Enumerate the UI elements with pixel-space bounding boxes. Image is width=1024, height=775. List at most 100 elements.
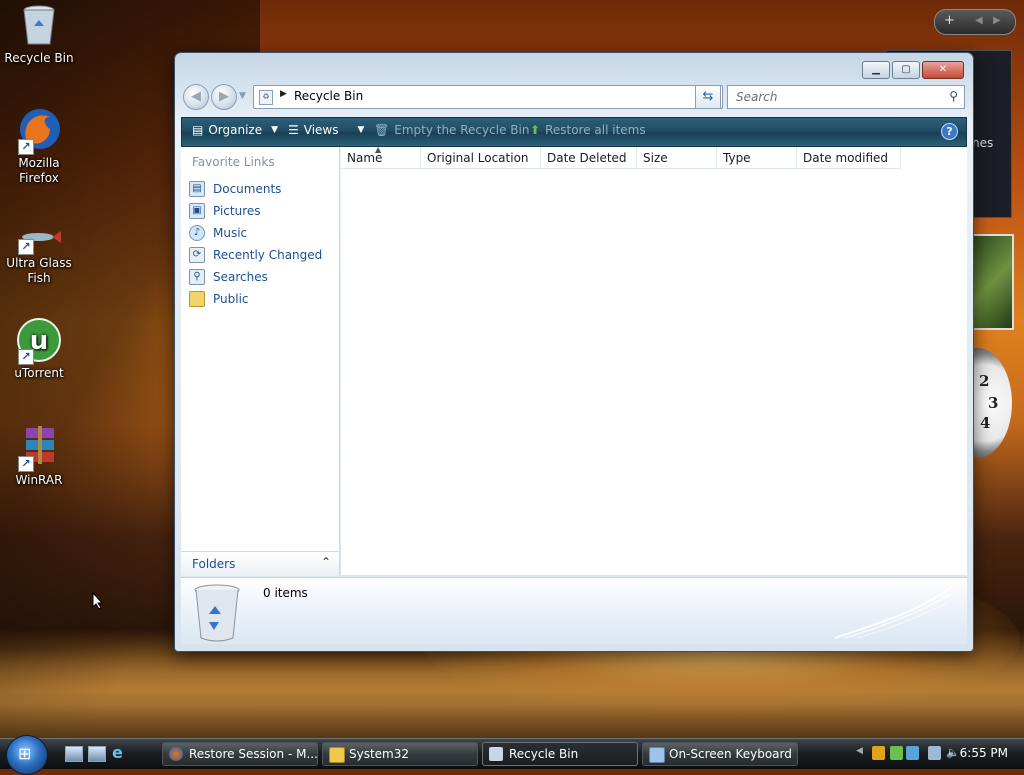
keyboard-icon xyxy=(649,747,665,763)
organize-label: Organize xyxy=(208,123,263,137)
window-controls: ▁ ▢ ✕ xyxy=(862,61,964,79)
recent-pages-dropdown-icon[interactable]: ▼ xyxy=(239,91,246,101)
network-icon[interactable] xyxy=(928,746,941,760)
taskbar-button-recycle-bin[interactable]: Recycle Bin xyxy=(482,742,638,766)
show-desktop-icon[interactable] xyxy=(65,746,83,762)
desktop-icon-recycle-bin[interactable]: Recycle Bin xyxy=(1,2,77,66)
empty-recycle-bin-label: Empty the Recycle Bin xyxy=(394,123,530,137)
nav-link-music[interactable]: ♪ Music xyxy=(189,225,247,241)
desktop-icon-ultra-glass-fish[interactable]: ↗ Ultra Glass Fish xyxy=(1,225,77,286)
command-toolbar: ▤ Organize ▼ ☰ Views ▼ 🗑 Empty the Recyc… xyxy=(181,117,967,147)
add-gadget-icon[interactable]: + xyxy=(944,13,955,28)
file-list[interactable]: ▲ Name Original Location Date Deleted Si… xyxy=(341,145,967,575)
folders-toggle[interactable]: Folders ⌃ xyxy=(181,551,339,576)
sort-ascending-icon: ▲ xyxy=(375,145,382,154)
refresh-button[interactable]: ⇆ xyxy=(695,85,721,109)
back-button[interactable]: ◀ xyxy=(183,84,209,110)
desktop-icon-label: Recycle Bin xyxy=(4,51,74,65)
help-icon[interactable]: ? xyxy=(941,123,958,140)
slideshow-gadget[interactable] xyxy=(972,234,1014,330)
winrar-icon: ↗ xyxy=(16,424,62,472)
taskbar-button-on-screen-keyboard[interactable]: On-Screen Keyboard xyxy=(642,742,798,766)
mouse-cursor-icon xyxy=(92,592,104,610)
shortcut-arrow-icon: ↗ xyxy=(18,456,34,472)
volume-muted-icon[interactable]: 🔈 xyxy=(946,746,960,760)
breadcrumb-arrow-icon[interactable]: ▶ xyxy=(280,89,287,99)
folder-icon xyxy=(329,747,345,763)
internet-explorer-icon[interactable]: e xyxy=(112,744,128,762)
column-header-date-modified[interactable]: Date modified xyxy=(797,147,901,169)
maximize-button[interactable]: ▢ xyxy=(892,61,920,79)
column-header-size[interactable]: Size xyxy=(637,147,717,169)
navigation-row: ◀ ▶ ▼ ♻ ▶ Recycle Bin ▼ ⇆ ⚲ xyxy=(183,83,965,111)
favorite-links-heading: Favorite Links xyxy=(192,155,275,169)
show-hidden-icons-icon[interactable]: ◀ xyxy=(856,746,869,760)
nav-link-searches[interactable]: ⚲ Searches xyxy=(189,269,268,285)
taskbar-button-system32[interactable]: System32 xyxy=(322,742,478,766)
search-input[interactable] xyxy=(734,89,938,105)
desktop-icon-utorrent[interactable]: u ↗ uTorrent xyxy=(1,317,77,381)
music-icon: ♪ xyxy=(189,225,205,241)
forward-button[interactable]: ▶ xyxy=(211,84,237,110)
switch-windows-icon[interactable] xyxy=(88,746,106,762)
recycle-bin-icon xyxy=(489,747,503,761)
column-header-date-deleted[interactable]: Date Deleted xyxy=(541,147,637,169)
update-icon[interactable] xyxy=(890,746,903,760)
network-app-icon[interactable] xyxy=(906,746,919,760)
restore-arrow-icon: ⬆ xyxy=(530,123,541,137)
desktop-icon-firefox[interactable]: ↗ Mozilla Firefox xyxy=(1,107,77,186)
restore-all-items-label: Restore all items xyxy=(545,123,646,137)
security-shield-icon[interactable] xyxy=(872,746,885,760)
search-icon[interactable]: ⚲ xyxy=(949,89,958,103)
recently-changed-icon: ⟳ xyxy=(189,247,205,263)
desktop-icon-label: Mozilla xyxy=(18,156,60,170)
pictures-icon: ▣ xyxy=(189,203,205,219)
nav-link-pictures[interactable]: ▣ Pictures xyxy=(189,203,261,219)
recycle-bin-small-icon: 🗑 xyxy=(374,123,390,137)
nav-link-public[interactable]: Public xyxy=(189,291,249,307)
taskbar-button-label: System32 xyxy=(349,747,410,761)
taskbar-button-firefox[interactable]: Restore Session - M... xyxy=(162,742,318,766)
column-header-original-location[interactable]: Original Location xyxy=(421,147,541,169)
documents-icon: ▤ xyxy=(189,181,205,197)
views-menu[interactable]: ☰ Views ▼ xyxy=(288,123,364,137)
details-pane: 0 items xyxy=(181,577,967,644)
desktop-icon-label: uTorrent xyxy=(14,366,64,380)
desktop-icon-label: Firefox xyxy=(19,171,59,185)
nav-link-documents[interactable]: ▤ Documents xyxy=(189,181,281,197)
chevron-down-icon: ▼ xyxy=(271,125,279,135)
system-clock[interactable]: 6:55 PM xyxy=(960,746,1008,760)
sidebar-gadget-controls[interactable]: + ◀ ▶ xyxy=(934,9,1016,35)
clock-number: 4 xyxy=(980,414,991,432)
desktop-icon-winrar[interactable]: ↗ WinRAR xyxy=(1,424,77,488)
nav-link-recently-changed[interactable]: ⟳ Recently Changed xyxy=(189,247,322,263)
breadcrumb-recycle-bin[interactable]: Recycle Bin xyxy=(294,89,363,103)
recycle-bin-window: ▁ ▢ ✕ ◀ ▶ ▼ ♻ ▶ Recycle Bin ▼ ⇆ ⚲ ▤ Orga… xyxy=(174,52,974,652)
previous-icon[interactable]: ◀ xyxy=(975,15,983,26)
decorative-swoosh-icon xyxy=(835,585,954,639)
minimize-button[interactable]: ▁ xyxy=(862,61,890,79)
recycle-bin-icon xyxy=(16,2,62,48)
organize-menu[interactable]: ▤ Organize ▼ xyxy=(192,123,278,137)
chevron-up-icon: ⌃ xyxy=(320,555,331,569)
search-box[interactable]: ⚲ xyxy=(727,85,965,109)
column-header-type[interactable]: Type xyxy=(717,147,797,169)
taskbar-button-label: Restore Session - M... xyxy=(189,747,318,761)
views-icon: ☰ xyxy=(288,123,299,137)
address-bar[interactable]: ♻ ▶ Recycle Bin ▼ xyxy=(253,85,723,109)
empty-recycle-bin-button[interactable]: 🗑 Empty the Recycle Bin xyxy=(374,123,529,137)
close-button[interactable]: ✕ xyxy=(922,61,964,79)
desktop-icon-label: WinRAR xyxy=(15,473,63,487)
nav-link-label: Music xyxy=(213,226,248,240)
restore-all-items-button[interactable]: ⬆ Restore all items xyxy=(530,123,646,137)
next-icon[interactable]: ▶ xyxy=(993,15,1001,26)
taskbar-button-label: Recycle Bin xyxy=(509,747,579,761)
wallpaper-beach xyxy=(0,650,1024,740)
column-header-name[interactable]: ▲ Name xyxy=(341,145,421,169)
start-button[interactable]: ⊞ xyxy=(6,735,48,775)
notification-area: ◀ 🔈 6:55 PM xyxy=(852,741,1024,767)
nav-link-label: Pictures xyxy=(213,204,261,218)
views-label: Views xyxy=(303,123,339,137)
nav-link-label: Public xyxy=(213,292,249,306)
taskbar: ⊞ e Restore Session - M... System32 Recy… xyxy=(0,735,1024,775)
